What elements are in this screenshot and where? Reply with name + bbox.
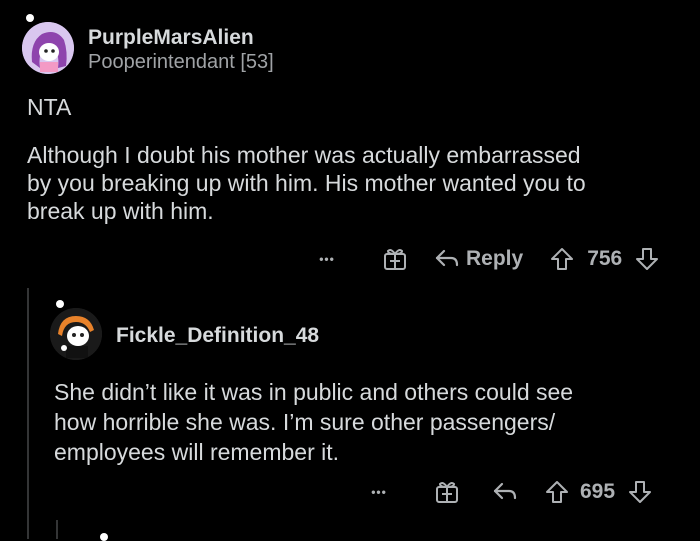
username[interactable]: Fickle_Definition_48 (116, 324, 319, 348)
downvote-arrow-icon[interactable] (634, 246, 660, 272)
nested-thread-line[interactable] (56, 520, 58, 539)
vote-score: 695 (580, 480, 616, 503)
avatar[interactable] (50, 308, 102, 360)
vote-score: 756 (587, 247, 623, 270)
comment-1: PurpleMarsAlien Pooperintendant [53] NTA… (0, 0, 700, 290)
gift-award-icon[interactable] (380, 246, 410, 272)
upvote-arrow-icon[interactable] (549, 246, 575, 272)
user-flair: Pooperintendant [53] (88, 51, 274, 73)
upvote-arrow-icon[interactable] (544, 479, 570, 505)
gift-award-icon[interactable] (432, 479, 462, 505)
body-line: She didn’t like it was in public and oth… (54, 379, 574, 405)
comment-body: NTA Although I doubt his mother was actu… (27, 93, 586, 225)
more-options-icon[interactable]: ••• (364, 485, 394, 499)
comment-body: She didn’t like it was in public and oth… (54, 378, 573, 468)
more-options-icon[interactable]: ••• (312, 252, 342, 266)
reply-label: Reply (466, 247, 524, 270)
online-dot (26, 14, 34, 22)
action-bar: ••• 695 (364, 477, 653, 507)
body-line: how horrible she was. I’m sure other pas… (54, 409, 556, 435)
body-line: NTA (27, 94, 72, 120)
body-line: employees will remember it. (54, 439, 340, 465)
downvote-arrow-icon[interactable] (627, 479, 653, 505)
body-line: Although I doubt his mother was actually… (27, 142, 581, 168)
online-dot (56, 300, 64, 308)
reply-arrow-icon[interactable] (492, 481, 518, 503)
reply-arrow-icon (434, 248, 460, 270)
body-line: by you breaking up with him. His mother … (27, 170, 586, 196)
online-dot (100, 533, 108, 541)
username[interactable]: PurpleMarsAlien (88, 26, 254, 50)
avatar[interactable] (22, 22, 74, 74)
comment-2: Fickle_Definition_48 She didn’t like it … (0, 290, 700, 541)
body-line: break up with him. (27, 198, 214, 224)
reply-button[interactable]: Reply (434, 247, 523, 271)
action-bar: ••• Reply 756 (312, 244, 660, 274)
